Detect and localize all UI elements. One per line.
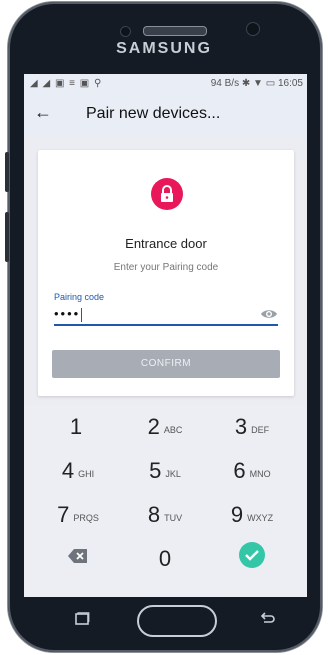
- network-speed: 94 B/s: [210, 78, 240, 89]
- pairing-hint: Enter your Pairing code: [113, 262, 219, 273]
- power-button: [5, 212, 9, 262]
- key-3[interactable]: 3 DEF: [212, 414, 292, 448]
- done-key[interactable]: [212, 542, 292, 576]
- key-7[interactable]: 7 PRQS: [38, 502, 118, 536]
- hardware-nav-bar: [24, 597, 307, 639]
- status-left-icons: ◢ ◢ ▣ ≡ ▣ ⚲: [30, 78, 103, 89]
- page-title: Pair new devices...: [86, 105, 221, 122]
- pairing-card: Entrance door Enter your Pairing code Pa…: [38, 150, 294, 396]
- device-name: Entrance door: [125, 236, 207, 251]
- key-8[interactable]: 8 TUV: [125, 502, 205, 536]
- earpiece-speaker: [143, 26, 207, 36]
- key-5[interactable]: 5 JKL: [125, 458, 205, 492]
- pairing-code-value: ••••: [54, 306, 83, 322]
- screen: ◢ ◢ ▣ ≡ ▣ ⚲ 94 B/s ✱ ▼ ▭ 16:05 ← Pair ne…: [24, 74, 307, 597]
- check-icon: [239, 542, 265, 568]
- backspace-key[interactable]: [38, 548, 118, 582]
- key-6[interactable]: 6 MNO: [212, 458, 292, 492]
- back-icon[interactable]: [259, 611, 277, 625]
- key-1[interactable]: 1: [38, 414, 118, 448]
- key-0[interactable]: 0: [125, 546, 205, 580]
- sensor: [246, 22, 260, 36]
- pairing-code-label: Pairing code: [54, 292, 105, 302]
- key-4[interactable]: 4 GHI: [38, 458, 118, 492]
- numeric-keypad: 1 2 ABC 3 DEF 4 GHI 5 JKL 6 MNO 7 PRQS 8 TUV 9W…: [24, 406, 307, 597]
- battery-icon: ▭: [265, 78, 276, 89]
- front-camera: [120, 26, 131, 37]
- confirm-button[interactable]: CONFIRM: [52, 350, 280, 378]
- app-bar: ← Pair new devices...: [24, 94, 307, 136]
- bluetooth-icon: ✱: [241, 78, 251, 89]
- arrow-back-icon[interactable]: ←: [34, 102, 52, 123]
- status-bar: ◢ ◢ ▣ ≡ ▣ ⚲ 94 B/s ✱ ▼ ▭ 16:05: [24, 74, 307, 94]
- lock-icon: [161, 185, 173, 202]
- signal-icon: ▼: [253, 78, 263, 89]
- eye-icon[interactable]: [260, 307, 278, 321]
- home-button[interactable]: [137, 605, 217, 637]
- recent-apps-icon[interactable]: [74, 612, 90, 626]
- clock: 16:05: [277, 78, 303, 89]
- pairing-code-input[interactable]: ••••: [54, 306, 278, 326]
- status-right: 94 B/s ✱ ▼ ▭ 16:05: [211, 78, 303, 89]
- lock-icon-badge: [151, 178, 183, 210]
- key-9[interactable]: 9 WXYZ: [212, 502, 292, 536]
- key-2[interactable]: 2 ABC: [125, 414, 205, 448]
- brand-logo: SAMSUNG: [116, 40, 212, 57]
- backspace-icon: [68, 549, 87, 563]
- volume-button: [5, 152, 9, 192]
